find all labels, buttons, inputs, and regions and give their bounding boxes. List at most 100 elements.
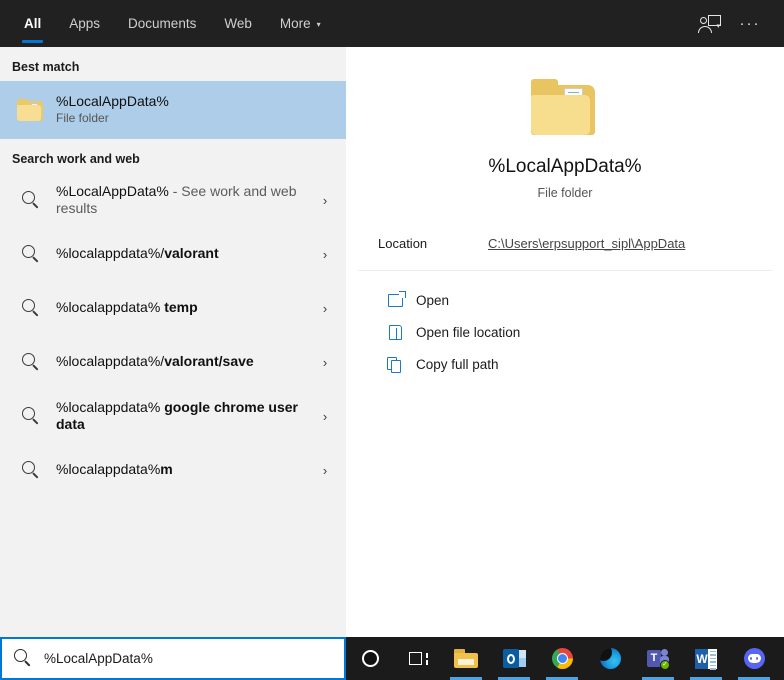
taskbar-item-discord[interactable] bbox=[730, 637, 778, 680]
taskbar-item-chrome[interactable] bbox=[538, 637, 586, 680]
chrome-icon bbox=[551, 648, 573, 669]
suggestion-prefix: %localappdata% bbox=[56, 299, 165, 316]
search-icon bbox=[10, 190, 52, 210]
search-icon bbox=[10, 244, 52, 264]
suggestion-prefix: %localappdata% bbox=[56, 398, 165, 415]
file-explorer-icon bbox=[454, 649, 478, 668]
suggestion-text: %localappdata%/valorant bbox=[52, 245, 312, 263]
action-open-label: Open bbox=[416, 293, 450, 309]
tab-apps[interactable]: Apps bbox=[55, 0, 114, 47]
tab-web[interactable]: Web bbox=[210, 0, 266, 47]
suggestion-row[interactable]: %localappdata%m › bbox=[0, 443, 346, 497]
word-icon: W bbox=[695, 648, 717, 670]
preview-actions: Open Open file location Copy full path bbox=[346, 271, 784, 381]
suggestion-prefix: %localappdata%/ bbox=[56, 353, 165, 370]
edge-icon bbox=[599, 648, 621, 669]
suggestion-bold: valorant bbox=[164, 245, 219, 262]
taskbar: %LocalAppData% T ✓ W bbox=[0, 637, 784, 680]
search-icon bbox=[10, 298, 52, 318]
open-window-icon bbox=[378, 291, 412, 308]
action-copy-full-path[interactable]: Copy full path bbox=[346, 349, 784, 381]
suggestion-row[interactable]: %localappdata%/valorant › bbox=[0, 227, 346, 281]
folder-icon bbox=[10, 98, 52, 122]
suggestion-text: %localappdata% google chrome user data bbox=[52, 399, 312, 434]
search-icon bbox=[10, 460, 52, 480]
account-person-icon: ▾ bbox=[698, 14, 721, 33]
suggestion-row[interactable]: %LocalAppData% - See work and web result… bbox=[0, 173, 346, 227]
suggestion-label: %LocalAppData% - See work and web result… bbox=[56, 183, 312, 218]
tab-documents-label: Documents bbox=[128, 16, 197, 31]
windows-search-overlay: All Apps Documents Web More ▾ ▾ ··· Best… bbox=[0, 0, 784, 680]
header-actions: ▾ ··· bbox=[690, 0, 784, 47]
suggestion-prefix: %LocalAppData% bbox=[56, 182, 169, 199]
suggestion-label: %localappdata% temp bbox=[56, 299, 312, 317]
best-match-heading: Best match bbox=[12, 60, 80, 74]
cortana-icon bbox=[361, 650, 379, 667]
chevron-right-icon[interactable]: › bbox=[312, 409, 338, 424]
suggestion-text: %localappdata%/valorant/save bbox=[52, 353, 312, 371]
suggestion-text: %localappdata%m bbox=[52, 461, 312, 479]
more-options-button[interactable]: ··· bbox=[730, 4, 770, 44]
best-match-result[interactable]: %LocalAppData% File folder bbox=[0, 81, 346, 139]
taskbar-item-file-explorer[interactable] bbox=[442, 637, 490, 680]
discord-icon bbox=[743, 648, 765, 669]
action-open-file-location-label: Open file location bbox=[416, 325, 521, 341]
taskbar-item-outlook[interactable] bbox=[490, 637, 538, 680]
tab-all[interactable]: All bbox=[10, 0, 55, 47]
chevron-down-icon: ▾ bbox=[316, 20, 321, 29]
chevron-right-icon[interactable]: › bbox=[312, 301, 338, 316]
best-match-text: %LocalAppData% File folder bbox=[52, 93, 338, 127]
tab-all-label: All bbox=[24, 16, 42, 31]
task-view-icon bbox=[408, 651, 428, 666]
preview-subtitle: File folder bbox=[537, 185, 593, 200]
tab-web-label: Web bbox=[224, 16, 252, 31]
suggestion-row[interactable]: %localappdata% google chrome user data › bbox=[0, 389, 346, 443]
search-filter-tabs: All Apps Documents Web More ▾ bbox=[10, 0, 335, 47]
open-folder-location-icon bbox=[378, 325, 412, 341]
taskbar-item-task-view[interactable] bbox=[394, 637, 442, 680]
action-copy-full-path-label: Copy full path bbox=[416, 357, 499, 373]
copy-icon bbox=[378, 356, 412, 373]
taskbar-icons: T ✓ W bbox=[346, 637, 784, 680]
suggestion-row[interactable]: %localappdata%/valorant/save › bbox=[0, 335, 346, 389]
suggestion-bold: m bbox=[160, 461, 173, 478]
search-icon bbox=[14, 649, 33, 668]
folder-icon bbox=[531, 79, 599, 137]
taskbar-item-cortana[interactable] bbox=[346, 637, 394, 680]
preview-panel: %LocalAppData% File folder Location C:\U… bbox=[346, 47, 784, 637]
search-icon bbox=[10, 352, 52, 372]
suggestion-text: %LocalAppData% - See work and web result… bbox=[52, 183, 312, 218]
chevron-right-icon[interactable]: › bbox=[312, 355, 338, 370]
outlook-icon bbox=[502, 649, 526, 668]
taskbar-item-edge[interactable] bbox=[586, 637, 634, 680]
location-row: Location C:\Users\erpsupport_sipl\AppDat… bbox=[346, 218, 784, 270]
search-header: All Apps Documents Web More ▾ ▾ ··· bbox=[0, 0, 784, 47]
suggestion-prefix: %localappdata% bbox=[56, 461, 161, 478]
chevron-right-icon[interactable]: › bbox=[312, 193, 338, 208]
tab-more-label: More bbox=[279, 16, 311, 31]
location-path-link[interactable]: C:\Users\erpsupport_sipl\AppData bbox=[488, 236, 685, 251]
taskbar-item-teams[interactable]: T ✓ bbox=[634, 637, 682, 680]
search-input-value: %LocalAppData% bbox=[44, 651, 153, 666]
suggestion-label: %localappdata%m bbox=[56, 461, 312, 479]
search-input[interactable]: %LocalAppData% bbox=[0, 637, 346, 680]
suggestion-row[interactable]: %localappdata% temp › bbox=[0, 281, 346, 335]
preview-title: %LocalAppData% bbox=[488, 156, 642, 177]
action-open-file-location[interactable]: Open file location bbox=[346, 317, 784, 349]
suggestion-list: %LocalAppData% - See work and web result… bbox=[0, 173, 346, 497]
ellipsis-icon: ··· bbox=[739, 15, 761, 32]
suggestion-bold: temp bbox=[164, 299, 198, 316]
taskbar-item-word[interactable]: W bbox=[682, 637, 730, 680]
action-open[interactable]: Open bbox=[346, 285, 784, 317]
account-button[interactable]: ▾ bbox=[690, 4, 730, 44]
tab-documents[interactable]: Documents bbox=[114, 0, 210, 47]
chevron-right-icon[interactable]: › bbox=[312, 247, 338, 262]
location-label: Location bbox=[378, 236, 428, 252]
tab-more[interactable]: More ▾ bbox=[266, 0, 335, 47]
suggestion-text: %localappdata% temp bbox=[52, 299, 312, 317]
suggestion-bold: valorant/save bbox=[164, 353, 254, 370]
chevron-right-icon[interactable]: › bbox=[312, 463, 338, 478]
suggestion-label: %localappdata% google chrome user data bbox=[56, 399, 312, 434]
suggestion-label: %localappdata%/valorant bbox=[56, 245, 312, 263]
search-work-web-heading: Search work and web bbox=[12, 152, 140, 166]
